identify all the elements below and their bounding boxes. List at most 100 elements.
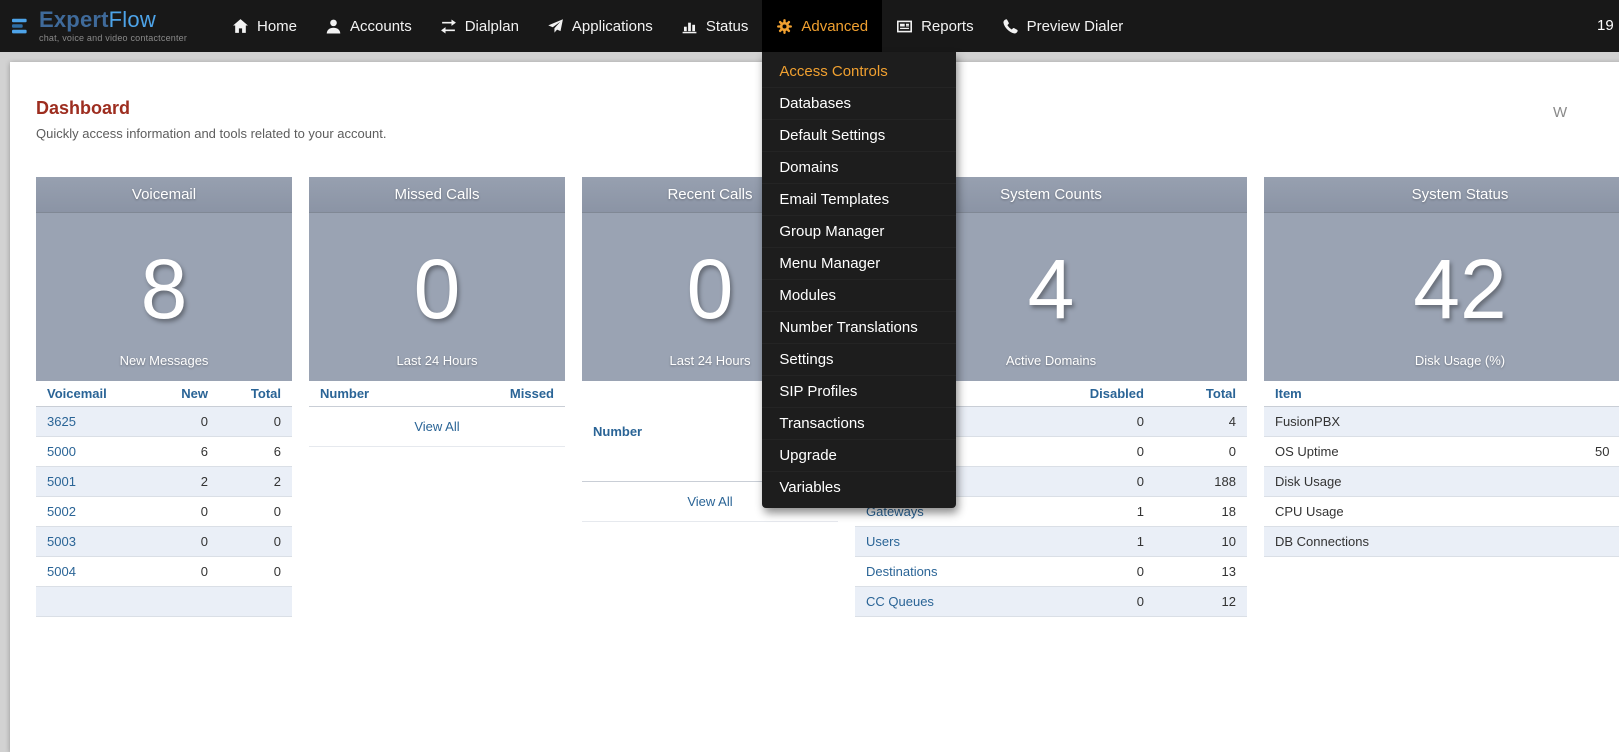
missed-calls-metric-panel: 0 Last 24 Hours [309, 213, 565, 381]
menu-item-number-translations[interactable]: Number Translations [762, 312, 956, 344]
row-link[interactable]: 5000 [36, 437, 151, 467]
table-header-row: NumberMissed [309, 381, 565, 407]
menu-item-variables[interactable]: Variables [762, 472, 956, 504]
gear-icon [776, 18, 793, 35]
cell: Disk Usage [1264, 467, 1584, 497]
table-header-row: VoicemailNewTotal [36, 381, 292, 407]
cell: 0 [1020, 437, 1155, 467]
row-link[interactable]: 5001 [36, 467, 151, 497]
cell: 1 [1020, 527, 1155, 557]
menu-item-sip-profiles[interactable]: SIP Profiles [762, 376, 956, 408]
table-header-row: Item [1264, 381, 1619, 407]
nav-item-preview-dialer[interactable]: Preview Dialer [988, 0, 1138, 52]
cell: 0 [151, 557, 219, 587]
nav-item-applications[interactable]: Applications [533, 0, 667, 52]
column-header: Voicemail [36, 381, 151, 407]
app-logo[interactable]: ExpertFlow chat, voice and video contact… [0, 0, 218, 52]
menu-item-upgrade[interactable]: Upgrade [762, 440, 956, 472]
nav-item-advanced[interactable]: Advanced Access ControlsDatabasesDefault… [762, 0, 882, 52]
row-link[interactable]: 3625 [36, 407, 151, 437]
reports-icon [896, 18, 913, 35]
system-status-table: Item FusionPBXOS Uptime50Disk UsageCPU U… [1264, 381, 1619, 557]
cell: 12 [1155, 587, 1247, 617]
voicemail-table: VoicemailNewTotal 3625005000665001225002… [36, 381, 292, 587]
card-title: Missed Calls [309, 177, 565, 213]
brand-text: ExpertFlow chat, voice and video contact… [39, 9, 187, 43]
cell: CPU Usage [1264, 497, 1584, 527]
menu-item-group-manager[interactable]: Group Manager [762, 216, 956, 248]
menu-item-settings[interactable]: Settings [762, 344, 956, 376]
cell: OS Uptime [1264, 437, 1584, 467]
nav-item-label: Home [257, 18, 297, 35]
cell: DB Connections [1264, 527, 1584, 557]
metric-value: 0 [687, 247, 734, 331]
voicemail-metric-panel: 8 New Messages [36, 213, 292, 381]
menu-item-transactions[interactable]: Transactions [762, 408, 956, 440]
cell: 1 [1020, 497, 1155, 527]
view-all-link[interactable]: View All [309, 407, 565, 447]
nav-item-label: Applications [572, 18, 653, 35]
column-header: Number [582, 381, 787, 482]
nav-item-label: Preview Dialer [1027, 18, 1124, 35]
card-title: System Status [1264, 177, 1619, 213]
metric-value: 42 [1413, 247, 1506, 331]
row-link[interactable]: 5003 [36, 527, 151, 557]
nav-item-accounts[interactable]: Accounts [311, 0, 426, 52]
column-header: Total [1155, 381, 1247, 407]
brand-tagline: chat, voice and video contactcenter [39, 34, 187, 43]
cell: 188 [1155, 467, 1247, 497]
nav-item-label: Reports [921, 18, 974, 35]
menu-item-menu-manager[interactable]: Menu Manager [762, 248, 956, 280]
cell: 2 [219, 467, 292, 497]
cell: FusionPBX [1264, 407, 1584, 437]
metric-caption: Last 24 Hours [670, 353, 751, 368]
nav-item-status[interactable]: Status [667, 0, 763, 52]
cell: 0 [151, 407, 219, 437]
nav-item-home[interactable]: Home [218, 0, 311, 52]
column-header: Disabled [1020, 381, 1155, 407]
row-link[interactable]: Users [855, 527, 1020, 557]
row-link[interactable]: Destinations [855, 557, 1020, 587]
menu-item-domains[interactable]: Domains [762, 152, 956, 184]
menu-item-default-settings[interactable]: Default Settings [762, 120, 956, 152]
menu-item-access-controls[interactable]: Access Controls [762, 56, 956, 88]
nav-item-label: Dialplan [465, 18, 519, 35]
table-row: OS Uptime50 [1264, 437, 1619, 467]
table-row: 500122 [36, 467, 292, 497]
row-link[interactable]: 5004 [36, 557, 151, 587]
cell: 0 [151, 527, 219, 557]
menu-item-modules[interactable]: Modules [762, 280, 956, 312]
brand-name-flow: Flow [109, 7, 156, 32]
row-link[interactable]: CC Queues [855, 587, 1020, 617]
cell: 0 [1020, 467, 1155, 497]
table-row: 500300 [36, 527, 292, 557]
cell: 18 [1155, 497, 1247, 527]
nav-item-dialplan[interactable]: Dialplan [426, 0, 533, 52]
nav-item-label: Advanced [801, 18, 868, 35]
person-icon [325, 18, 342, 35]
advanced-dropdown-menu: Access ControlsDatabasesDefault Settings… [762, 52, 956, 508]
metric-value: 8 [141, 247, 188, 331]
nav-item-reports[interactable]: Reports [882, 0, 988, 52]
card-body: Item FusionPBXOS Uptime50Disk UsageCPU U… [1264, 381, 1619, 557]
metric-caption: Disk Usage (%) [1415, 353, 1505, 368]
column-header: New [151, 381, 219, 407]
paper-plane-icon [547, 18, 564, 35]
cell: 0 [219, 497, 292, 527]
missed-calls-table: NumberMissed [309, 381, 565, 407]
menu-item-databases[interactable]: Databases [762, 88, 956, 120]
phone-icon [1002, 18, 1019, 35]
expertflow-logo-icon [12, 17, 30, 35]
dialplan-arrows-icon [440, 18, 457, 35]
home-icon [232, 18, 249, 35]
column-header [1584, 381, 1619, 407]
row-link[interactable]: 5002 [36, 497, 151, 527]
cell: 0 [1020, 587, 1155, 617]
table-row: CC Queues012 [855, 587, 1247, 617]
table-row: 500066 [36, 437, 292, 467]
cell: 0 [1020, 557, 1155, 587]
cell: 6 [151, 437, 219, 467]
card-voicemail: Voicemail 8 New Messages VoicemailNewTot… [36, 177, 292, 617]
menu-item-email-templates[interactable]: Email Templates [762, 184, 956, 216]
clock: 19 [1597, 0, 1614, 52]
